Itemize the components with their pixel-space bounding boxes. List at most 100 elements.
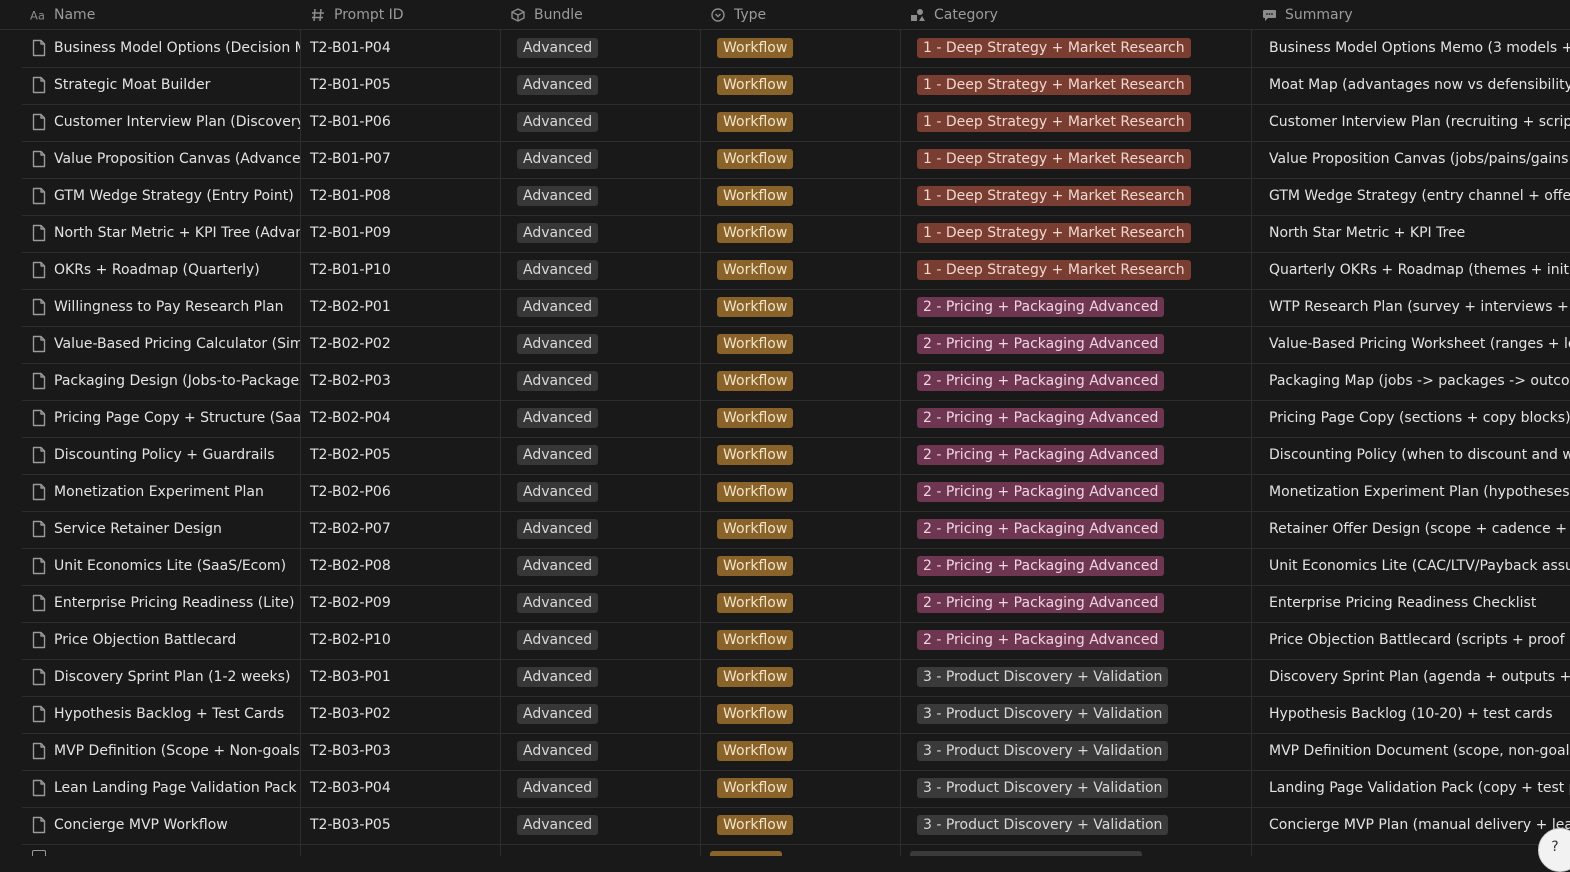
- table-row[interactable]: Value Proposition Canvas (Advanced) T2-B…: [22, 141, 1570, 179]
- column-header-category[interactable]: Category: [910, 0, 998, 29]
- prompt-id-cell[interactable]: T2-B02-P04: [308, 400, 498, 436]
- category-cell[interactable]: 3 - Product Discovery + Validation: [909, 807, 1249, 843]
- table-row[interactable]: Discovery Sprint Plan (1-2 weeks) T2-B03…: [22, 659, 1570, 697]
- prompt-id-cell[interactable]: T2-B02-P05: [308, 437, 498, 473]
- name-cell[interactable]: Concierge MVP Workflow: [22, 807, 300, 843]
- name-cell[interactable]: North Star Metric + KPI Tree (Advanced): [22, 215, 300, 251]
- prompt-id-cell[interactable]: T2-B03-P03: [308, 733, 498, 769]
- name-cell[interactable]: Pricing Page Copy + Structure (SaaS/Serv…: [22, 400, 300, 436]
- summary-cell[interactable]: Value-Based Pricing Worksheet (ranges + …: [1260, 326, 1570, 362]
- type-cell[interactable]: Workflow: [709, 141, 899, 177]
- bundle-cell[interactable]: Advanced: [509, 104, 699, 140]
- bundle-cell[interactable]: Advanced: [509, 289, 699, 325]
- bundle-cell[interactable]: Advanced: [509, 474, 699, 510]
- type-cell[interactable]: Workflow: [709, 252, 899, 288]
- type-cell[interactable]: Workflow: [709, 289, 899, 325]
- summary-cell[interactable]: Concierge MVP Plan (manual delivery + le…: [1260, 807, 1570, 843]
- category-cell[interactable]: 3 - Product Discovery + Validation: [909, 659, 1249, 695]
- type-cell[interactable]: Workflow: [709, 622, 899, 658]
- name-cell[interactable]: MVP Definition (Scope + Non-goals + ...): [22, 733, 300, 769]
- table-row[interactable]: OKRs + Roadmap (Quarterly) T2-B01-P10 Ad…: [22, 252, 1570, 290]
- name-cell[interactable]: Business Model Options (Decision Memo): [22, 30, 300, 66]
- type-cell[interactable]: Workflow: [709, 178, 899, 214]
- type-cell[interactable]: Workflow: [709, 104, 899, 140]
- column-header-prompt-id[interactable]: Prompt ID: [310, 0, 404, 29]
- bundle-cell[interactable]: Advanced: [509, 770, 699, 806]
- type-cell[interactable]: Workflow: [709, 696, 899, 732]
- category-cell[interactable]: 2 - Pricing + Packaging Advanced: [909, 363, 1249, 399]
- type-cell[interactable]: Workflow: [709, 807, 899, 843]
- bundle-cell[interactable]: Advanced: [509, 807, 699, 843]
- prompt-id-cell[interactable]: T2-B03-P01: [308, 659, 498, 695]
- prompt-id-cell[interactable]: T2-B03-P02: [308, 696, 498, 732]
- category-cell[interactable]: 1 - Deep Strategy + Market Research: [909, 104, 1249, 140]
- summary-cell[interactable]: Quarterly OKRs + Roadmap (themes + initi…: [1260, 252, 1570, 288]
- summary-cell[interactable]: Customer Interview Plan (recruiting + sc…: [1260, 104, 1570, 140]
- bundle-cell[interactable]: Advanced: [509, 67, 699, 103]
- bundle-cell[interactable]: Advanced: [509, 659, 699, 695]
- name-cell[interactable]: Value Proposition Canvas (Advanced): [22, 141, 300, 177]
- bundle-cell[interactable]: Advanced: [509, 363, 699, 399]
- bundle-cell[interactable]: Advanced: [509, 30, 699, 66]
- summary-cell[interactable]: Pricing Page Copy (sections + copy block…: [1260, 400, 1570, 436]
- name-cell[interactable]: Price Objection Battlecard: [22, 622, 300, 658]
- column-header-summary[interactable]: Summary: [1261, 0, 1353, 29]
- prompt-id-cell[interactable]: T2-B02-P07: [308, 511, 498, 547]
- type-cell[interactable]: Workflow: [709, 215, 899, 251]
- prompt-id-cell[interactable]: T2-B01-P09: [308, 215, 498, 251]
- summary-cell[interactable]: Value Proposition Canvas (jobs/pains/gai…: [1260, 141, 1570, 177]
- prompt-id-cell[interactable]: T2-B03-P05: [308, 807, 498, 843]
- prompt-id-cell[interactable]: T2-B02-P06: [308, 474, 498, 510]
- table-row[interactable]: Price Objection Battlecard T2-B02-P10 Ad…: [22, 622, 1570, 660]
- name-cell[interactable]: GTM Wedge Strategy (Entry Point): [22, 178, 300, 214]
- category-cell[interactable]: 1 - Deep Strategy + Market Research: [909, 141, 1249, 177]
- type-cell[interactable]: Workflow: [709, 585, 899, 621]
- bundle-cell[interactable]: Advanced: [509, 733, 699, 769]
- bundle-cell[interactable]: Advanced: [509, 437, 699, 473]
- bundle-cell[interactable]: Advanced: [509, 326, 699, 362]
- summary-cell[interactable]: Price Objection Battlecard (scripts + pr…: [1260, 622, 1570, 658]
- prompt-id-cell[interactable]: T2-B01-P05: [308, 67, 498, 103]
- name-cell[interactable]: Monetization Experiment Plan: [22, 474, 300, 510]
- type-cell[interactable]: Workflow: [709, 30, 899, 66]
- name-cell[interactable]: Service Retainer Design: [22, 511, 300, 547]
- bundle-cell[interactable]: Advanced: [509, 548, 699, 584]
- prompt-id-cell[interactable]: T2-B01-P07: [308, 141, 498, 177]
- table-row[interactable]: Willingness to Pay Research Plan T2-B02-…: [22, 289, 1570, 327]
- prompt-id-cell[interactable]: T2-B02-P10: [308, 622, 498, 658]
- category-cell[interactable]: 2 - Pricing + Packaging Advanced: [909, 474, 1249, 510]
- column-header-name[interactable]: Aa Name: [30, 0, 95, 29]
- category-cell[interactable]: 2 - Pricing + Packaging Advanced: [909, 548, 1249, 584]
- prompt-id-cell[interactable]: T2-B02-P08: [308, 548, 498, 584]
- category-cell[interactable]: 1 - Deep Strategy + Market Research: [909, 67, 1249, 103]
- column-header-bundle[interactable]: Bundle: [510, 0, 583, 29]
- category-cell[interactable]: 1 - Deep Strategy + Market Research: [909, 252, 1249, 288]
- summary-cell[interactable]: Packaging Map (jobs -> packages -> outco…: [1260, 363, 1570, 399]
- summary-cell[interactable]: Monetization Experiment Plan (hypotheses…: [1260, 474, 1570, 510]
- category-cell[interactable]: 2 - Pricing + Packaging Advanced: [909, 511, 1249, 547]
- name-cell[interactable]: Willingness to Pay Research Plan: [22, 289, 300, 325]
- table-row[interactable]: Customer Interview Plan (Discovery) T2-B…: [22, 104, 1570, 142]
- prompt-id-cell[interactable]: T2-B02-P03: [308, 363, 498, 399]
- table-row[interactable]: Monetization Experiment Plan T2-B02-P06 …: [22, 474, 1570, 512]
- summary-cell[interactable]: Discounting Policy (when to discount and…: [1260, 437, 1570, 473]
- prompt-id-cell[interactable]: T2-B02-P02: [308, 326, 498, 362]
- bundle-cell[interactable]: Advanced: [509, 511, 699, 547]
- table-row[interactable]: Discounting Policy + Guardrails T2-B02-P…: [22, 437, 1570, 475]
- bundle-cell[interactable]: Advanced: [509, 622, 699, 658]
- summary-cell[interactable]: MVP Definition Document (scope, non-goal…: [1260, 733, 1570, 769]
- summary-cell[interactable]: WTP Research Plan (survey + interviews +…: [1260, 289, 1570, 325]
- category-cell[interactable]: 2 - Pricing + Packaging Advanced: [909, 585, 1249, 621]
- type-cell[interactable]: Workflow: [709, 67, 899, 103]
- type-cell[interactable]: Workflow: [709, 770, 899, 806]
- name-cell[interactable]: Lean Landing Page Validation Pack: [22, 770, 300, 806]
- table-row[interactable]: Pricing Page Copy + Structure (SaaS/Serv…: [22, 400, 1570, 438]
- name-cell[interactable]: OKRs + Roadmap (Quarterly): [22, 252, 300, 288]
- bundle-cell[interactable]: Advanced: [509, 141, 699, 177]
- name-cell[interactable]: Discovery Sprint Plan (1-2 weeks): [22, 659, 300, 695]
- bundle-cell[interactable]: Advanced: [509, 400, 699, 436]
- prompt-id-cell[interactable]: T2-B01-P06: [308, 104, 498, 140]
- bundle-cell[interactable]: Advanced: [509, 178, 699, 214]
- prompt-id-cell[interactable]: T2-B03-P04: [308, 770, 498, 806]
- table-row[interactable]: Service Retainer Design T2-B02-P07 Advan…: [22, 511, 1570, 549]
